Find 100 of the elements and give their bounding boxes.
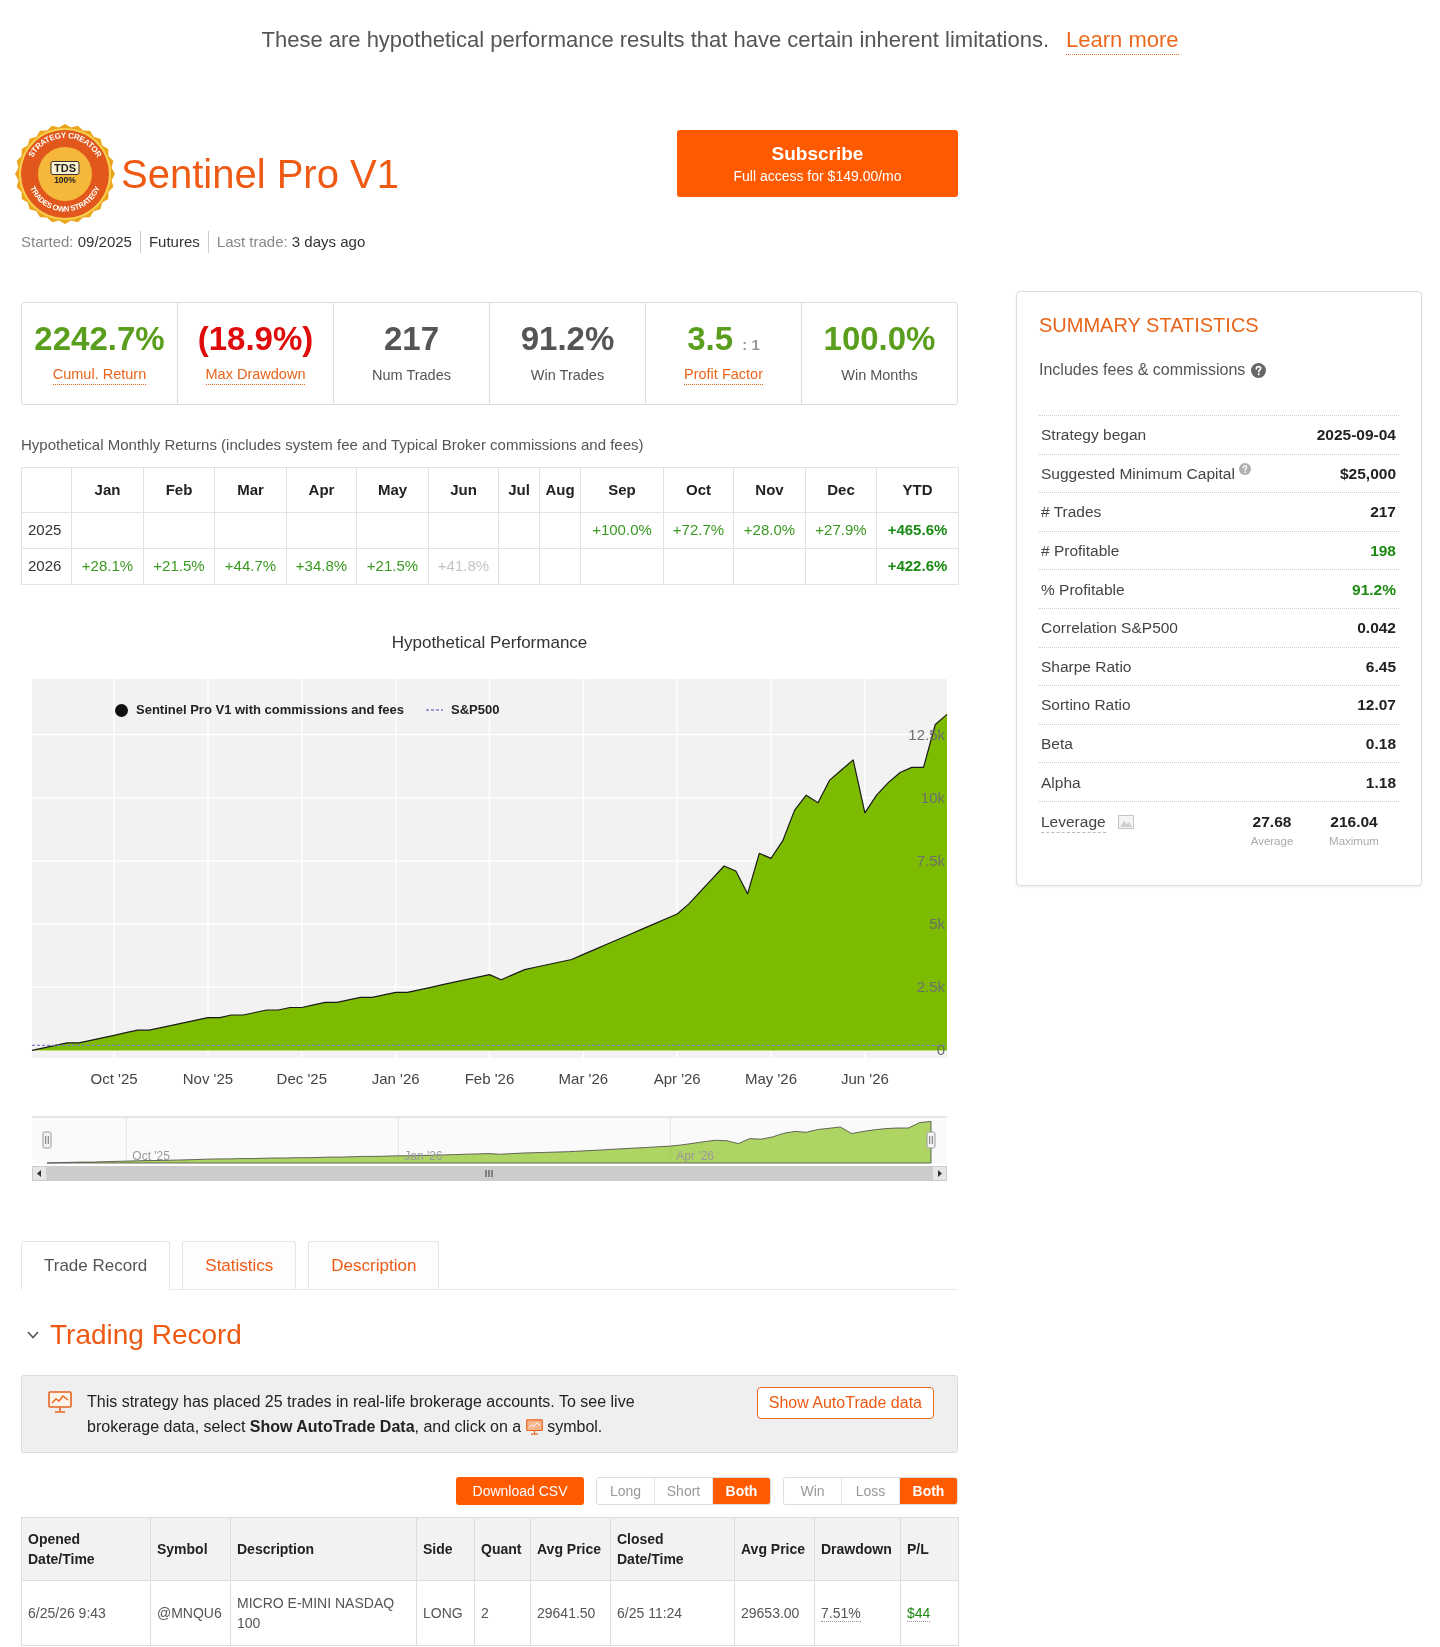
stat-value: 1.18 <box>1365 772 1396 793</box>
chevron-down-icon[interactable] <box>27 1331 39 1339</box>
stat-value: 6.45 <box>1365 656 1396 677</box>
column-header: Dec <box>805 467 877 513</box>
stat-value: 2025-09-04 <box>1316 425 1396 446</box>
help-icon[interactable] <box>1251 362 1267 378</box>
subscribe-button[interactable]: Subscribe Full access for $149.00/mo <box>677 130 958 197</box>
stat-label: Sortino Ratio <box>1041 695 1131 716</box>
table-cell: @MNQU6 <box>150 1580 231 1646</box>
axis-label: Jan '26 <box>371 1070 420 1087</box>
stat-label: Beta <box>1041 733 1073 754</box>
column-header: Description <box>230 1517 417 1581</box>
tab[interactable]: Statistics <box>182 1241 297 1290</box>
range-handle[interactable] <box>926 1131 936 1149</box>
image-icon[interactable] <box>1117 814 1134 829</box>
table-cell: +72.7% <box>663 512 734 549</box>
column-header: Avg Price <box>530 1517 611 1581</box>
table-cell: +44.7% <box>214 548 287 585</box>
column-header: Sep <box>580 467 664 513</box>
column-header: P/L <box>900 1517 959 1581</box>
stat-value: 198 <box>1370 540 1396 561</box>
stat-value: 12.07 <box>1357 695 1396 716</box>
meta-item: Futures <box>139 231 200 253</box>
column-header: Avg Price <box>734 1517 815 1581</box>
column-header: Jul <box>498 467 540 513</box>
table-cell: $44 <box>900 1580 959 1646</box>
learn-more-link[interactable]: Learn more <box>1066 26 1179 55</box>
stat-value: 216.04 <box>1330 811 1378 832</box>
column-header: May <box>356 467 429 513</box>
stat-link[interactable]: Profit Factor <box>684 365 763 385</box>
axis-label: Jun '26 <box>840 1070 889 1087</box>
stat-link[interactable]: Max Drawdown <box>205 365 306 385</box>
chart-title: Hypothetical Performance <box>390 632 589 654</box>
column-header: Feb <box>143 467 215 513</box>
strategy-title: Sentinel Pro V1 <box>121 153 399 194</box>
column-header: Opened Date/Time <box>21 1517 151 1581</box>
stat-label: Num Trades <box>372 366 451 385</box>
tab[interactable]: Trade Record <box>21 1241 171 1290</box>
panel-title: SUMMARY STATISTICS <box>1039 313 1260 337</box>
stat-value: 27.68 <box>1252 811 1292 832</box>
table-cell: +27.9% <box>805 512 877 549</box>
panel-subtitle: Includes fees & commissions <box>1039 360 1246 380</box>
column-header: Nov <box>733 467 806 513</box>
badge-text: 100% <box>54 174 76 185</box>
table-cell: 29653.00 <box>734 1580 815 1646</box>
table-cell: +28.0% <box>733 512 806 549</box>
axis-label: 2.5k <box>916 978 945 996</box>
table-cell: MICRO E-MINI NASDAQ 100 <box>230 1580 417 1646</box>
axis-label: Mar '26 <box>558 1070 609 1087</box>
filter-option[interactable]: Both <box>899 1478 957 1504</box>
column-header: Symbol <box>150 1517 231 1581</box>
table-cell: +41.8% <box>428 548 499 585</box>
scroll-left-button[interactable] <box>32 1166 47 1181</box>
stat-label: % Profitable <box>1041 579 1125 600</box>
stat-value: 3.5 : 1 <box>687 322 760 355</box>
table-cell: 6/25 11:24 <box>610 1580 735 1646</box>
table-cell: +100.0% <box>580 512 664 549</box>
section-heading: Trading Record <box>50 1318 242 1352</box>
table-cell: +422.6% <box>876 548 959 585</box>
axis-label: 5k <box>929 915 945 933</box>
table-cell: +21.5% <box>143 548 215 585</box>
chart-monitor-icon <box>525 1419 543 1435</box>
table-caption: Hypothetical Monthly Returns (includes system fee and Typical Broker commissions and fees) <box>21 435 645 455</box>
download-csv-button[interactable]: Download CSV <box>456 1477 584 1505</box>
notice-text: This strategy has placed 25 trades in real-life brokerage accounts. To see live brokerage data, select Show AutoTrade Data, and click on a symbol. <box>87 1392 636 1437</box>
table-cell: +28.1% <box>71 548 144 585</box>
column-header: Mar <box>214 467 287 513</box>
tab[interactable]: Description <box>308 1241 440 1290</box>
autotrade-button[interactable]: Show AutoTrade data <box>756 1387 934 1419</box>
column-header: Closed Date/Time <box>610 1517 735 1581</box>
column-header: Drawdown <box>814 1517 901 1581</box>
stat-value: 0.18 <box>1365 733 1396 754</box>
column-header: Side <box>416 1517 475 1581</box>
stat-value: (18.9%) <box>197 322 314 355</box>
table-cell: +34.8% <box>286 548 357 585</box>
stat-label: # Trades <box>1041 502 1102 523</box>
axis-label: Dec '25 <box>276 1070 327 1087</box>
scroll-right-button[interactable] <box>932 1166 947 1181</box>
table-cell: 7.51% <box>814 1580 901 1646</box>
range-handle[interactable] <box>42 1131 52 1149</box>
grip-icon <box>485 1169 493 1178</box>
column-header: Apr <box>286 467 357 513</box>
stat-value: $25,000 <box>1339 463 1396 484</box>
axis-label: Nov '25 <box>182 1070 234 1087</box>
stat-caption: Average <box>1250 833 1294 849</box>
stat-label: Leverage <box>1041 810 1106 833</box>
table-cell: 29641.50 <box>530 1580 611 1646</box>
stat-label: Win Trades <box>530 366 605 385</box>
stat-link[interactable]: Cumul. Return <box>52 365 147 385</box>
stat-label: Correlation S&P500 <box>1041 618 1178 639</box>
chart-monitor-icon <box>48 1391 72 1413</box>
axis-label: Apr '26 <box>653 1070 701 1087</box>
filter-option[interactable]: Both <box>712 1478 770 1504</box>
column-header: Aug <box>539 467 581 513</box>
stat-label: Suggested Minimum Capital <box>1041 463 1235 484</box>
column-header: Quant <box>474 1517 531 1581</box>
column-header: Jan <box>71 467 144 513</box>
stat-label: Sharpe Ratio <box>1041 656 1132 677</box>
stat-label: Strategy began <box>1041 425 1147 446</box>
scrollbar-thumb[interactable] <box>47 1166 932 1181</box>
